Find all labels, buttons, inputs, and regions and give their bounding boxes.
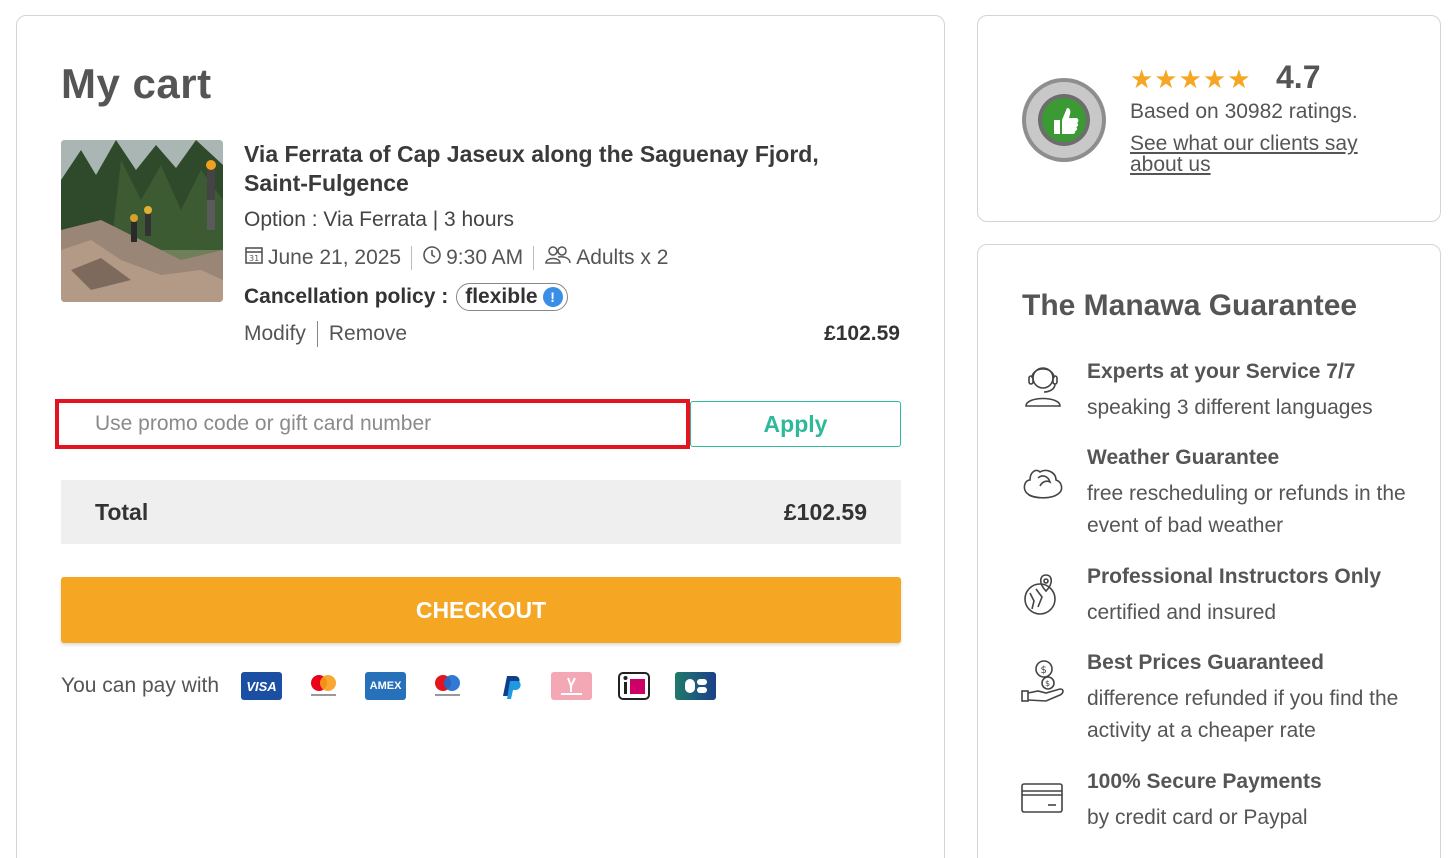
- headset-icon: [1020, 360, 1066, 410]
- guarantee-panel: The Manawa Guarantee Experts at your Ser…: [977, 244, 1441, 858]
- clock-icon: [422, 245, 442, 271]
- calendar-icon: 31: [244, 245, 264, 271]
- total-value: £102.59: [783, 498, 867, 525]
- apply-button[interactable]: Apply: [690, 401, 901, 447]
- weather-icon: [1020, 456, 1066, 506]
- item-price: £102.59: [824, 322, 900, 345]
- page-title: My cart: [61, 60, 212, 107]
- mastercard-icon: [303, 672, 344, 700]
- rating-count: Based on 30982 ratings.: [1130, 100, 1358, 123]
- people-icon: [544, 245, 572, 271]
- guarantee-heading: Weather Guarantee: [1087, 446, 1280, 469]
- remove-link[interactable]: Remove: [329, 322, 407, 346]
- info-icon[interactable]: !: [542, 287, 563, 307]
- guarantee-description: by credit card or Paypal: [1087, 806, 1308, 829]
- booking-time: 9:30 AM: [446, 246, 524, 269]
- ekomi-badge-icon: [1020, 76, 1108, 164]
- total-label: Total: [95, 498, 149, 525]
- payment-label: You can pay with: [61, 674, 220, 697]
- activity-option: Option : Via Ferrata | 3 hours: [244, 208, 515, 231]
- guarantee-heading: Experts at your Service 7/7: [1087, 360, 1356, 383]
- paypal-icon: [489, 672, 530, 700]
- guarantee-heading: Best Prices Guaranteed: [1087, 651, 1324, 674]
- ideal-icon: [613, 672, 654, 700]
- rating-value: 4.7: [1276, 59, 1321, 95]
- svg-text:$: $: [1045, 679, 1050, 688]
- checkout-button[interactable]: CHECKOUT: [61, 577, 901, 643]
- sofort-icon: [551, 672, 593, 700]
- total-bar: Total £102.59: [61, 480, 901, 544]
- promo-code-input[interactable]: [61, 403, 688, 445]
- guarantee-description: speaking 3 different languages: [1087, 396, 1373, 419]
- booking-date: June 21, 2025: [268, 246, 402, 269]
- price-icon: $ $: [1020, 657, 1066, 707]
- guarantee-description: free rescheduling or refunds in the even…: [1087, 482, 1406, 537]
- maestro-icon: [427, 672, 468, 700]
- amex-icon: AMEX: [365, 672, 407, 700]
- guarantee-heading: 100% Secure Payments: [1087, 770, 1322, 793]
- svg-text:31: 31: [249, 254, 259, 263]
- rating-panel: ★★★★★ 4.7 Based on 30982 ratings. See wh…: [977, 15, 1441, 222]
- credit-card-icon: [1020, 774, 1066, 824]
- activity-thumbnail[interactable]: [61, 140, 223, 302]
- booking-participants: Adults x 2: [576, 246, 669, 269]
- cancellation-label: Cancellation policy :: [244, 285, 449, 308]
- cancellation-badge[interactable]: flexible !: [456, 283, 568, 311]
- booking-meta: 31 June 21, 2025 9:30 AM Adults x 2: [244, 245, 668, 271]
- guarantee-description: difference refunded if you find the acti…: [1087, 687, 1399, 742]
- guarantee-title: The Manawa Guarantee: [1022, 289, 1358, 322]
- guarantee-heading: Professional Instructors Only: [1087, 565, 1382, 588]
- client-reviews-link[interactable]: See what our clients say about us: [1130, 133, 1390, 175]
- cancellation-policy: Cancellation policy : flexible !: [244, 283, 568, 311]
- visa-icon: VISA: [241, 672, 283, 700]
- rating-stars-icon: ★★★★★: [1130, 64, 1252, 94]
- modify-link[interactable]: Modify: [244, 322, 306, 346]
- item-actions: Modify Remove: [244, 321, 407, 347]
- activity-title[interactable]: Via Ferrata of Cap Jaseux along the Sagu…: [244, 140, 864, 198]
- instructor-icon: [1020, 571, 1066, 621]
- cart-panel: My cart Via Ferrata of Cap Jaseux along …: [16, 15, 945, 858]
- guarantee-description: certified and insured: [1087, 601, 1277, 624]
- cancellation-value: flexible: [465, 285, 538, 308]
- svg-text:$: $: [1041, 665, 1047, 676]
- cb-icon: [675, 672, 717, 700]
- payment-methods: You can pay with VISA AMEX: [61, 672, 737, 700]
